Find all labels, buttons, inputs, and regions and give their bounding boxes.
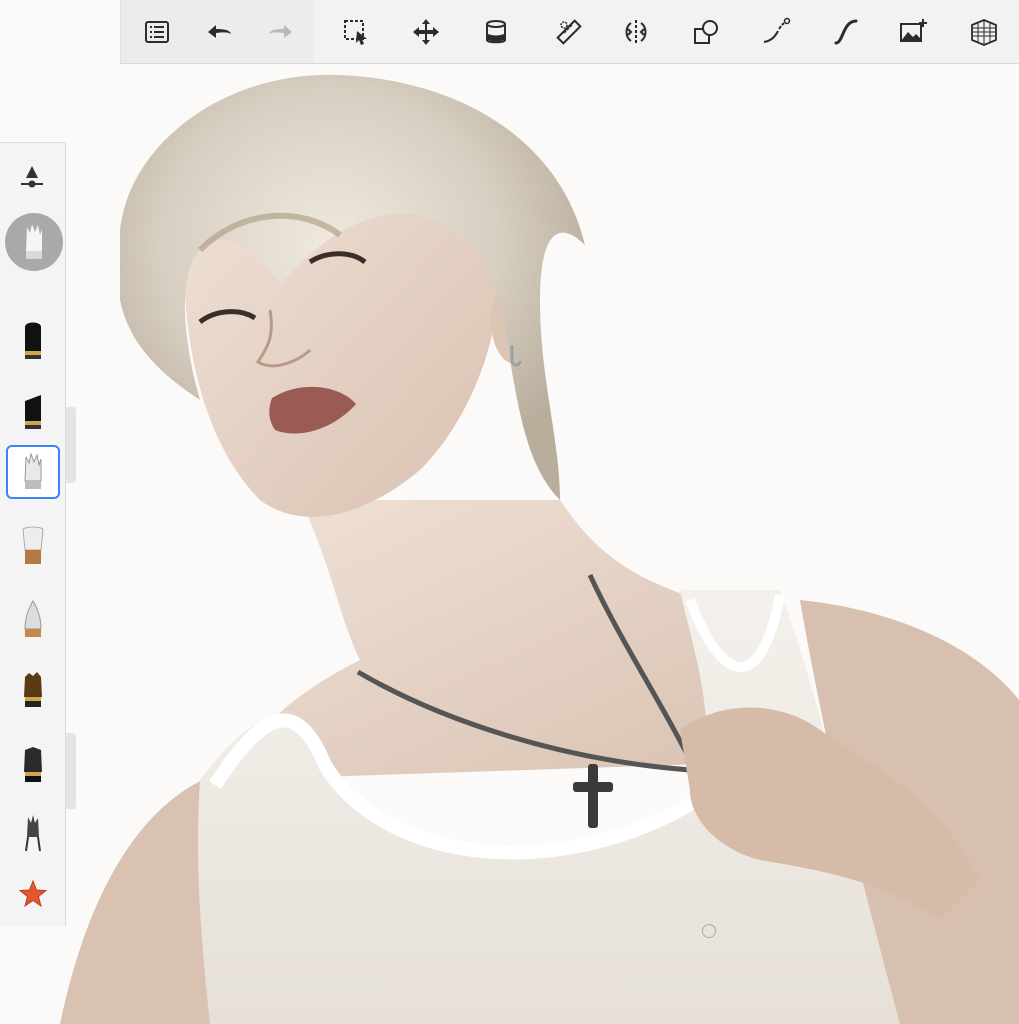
add-image-icon[interactable]: [893, 12, 933, 52]
current-brush-preview[interactable]: [5, 213, 63, 271]
top-toolbar: [120, 0, 1019, 64]
brush-cursor: [702, 924, 716, 938]
predictive-stroke-icon[interactable]: [826, 12, 866, 52]
perspective-guide-icon[interactable]: [964, 12, 1004, 52]
fill-bucket-icon[interactable]: [476, 12, 516, 52]
brush-dark-bristle[interactable]: [6, 663, 60, 717]
brush-flat-white[interactable]: [6, 445, 60, 499]
redo-icon[interactable]: [261, 12, 301, 52]
brush-rail: [0, 142, 76, 926]
rail-scroll-handle[interactable]: [66, 733, 76, 809]
stroke-tool-icon[interactable]: [756, 12, 796, 52]
brush-black-bristle[interactable]: [6, 738, 60, 792]
brush-marker-black[interactable]: [6, 313, 60, 367]
transform-move-icon[interactable]: [406, 12, 446, 52]
brush-pointed-pen[interactable]: [6, 593, 60, 647]
ruler-icon[interactable]: [549, 12, 589, 52]
undo-icon[interactable]: [199, 12, 239, 52]
brush-chisel-black[interactable]: [6, 383, 60, 437]
drawing-canvas[interactable]: [0, 0, 1019, 1024]
layer-list-icon[interactable]: [137, 12, 177, 52]
symmetry-icon[interactable]: [616, 12, 656, 52]
shapes-icon[interactable]: [686, 12, 726, 52]
brush-round-bristle[interactable]: [6, 518, 60, 572]
brush-size-slider-icon[interactable]: [4, 155, 60, 199]
selection-icon[interactable]: [336, 12, 376, 52]
favorite-star-icon[interactable]: [6, 867, 60, 921]
brush-fan[interactable]: [6, 805, 60, 859]
rail-scroll-handle[interactable]: [66, 407, 76, 483]
